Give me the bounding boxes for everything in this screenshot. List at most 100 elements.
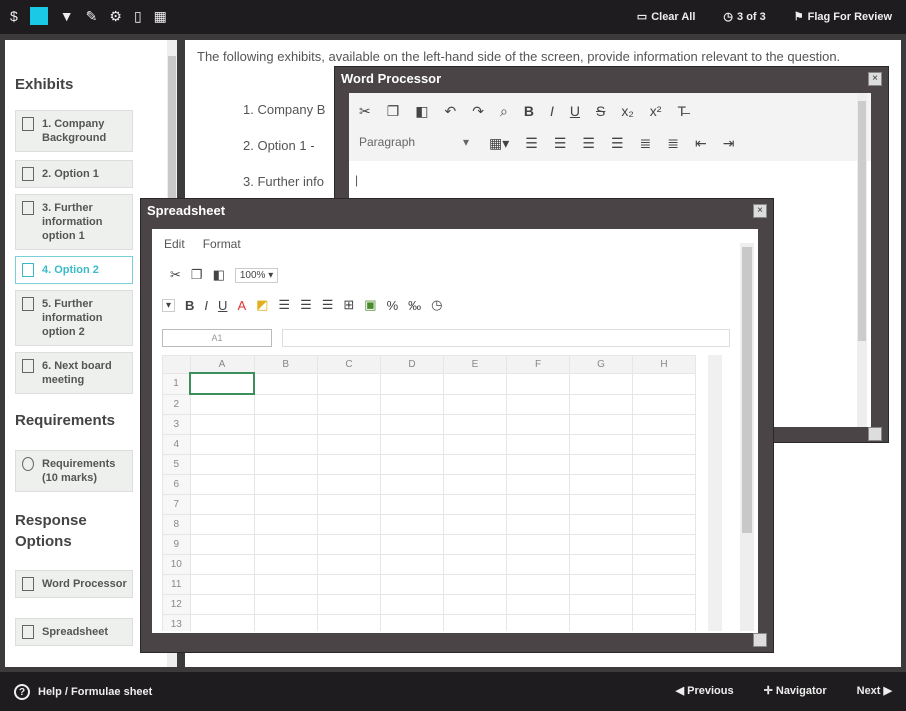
grid-cell[interactable]: [506, 414, 570, 435]
grid-cell[interactable]: [506, 434, 570, 455]
sidebar-item-further-info-1[interactable]: 3. Further information option 1: [15, 194, 133, 250]
grid-cell[interactable]: [380, 454, 444, 475]
grid-cell[interactable]: [253, 574, 318, 595]
flag-small-icon[interactable]: ▼: [60, 8, 74, 24]
redo-icon[interactable]: ↷: [472, 103, 484, 120]
justify-icon[interactable]: ☰: [611, 135, 624, 152]
grid-cell[interactable]: [380, 372, 444, 395]
grid-cell[interactable]: [317, 514, 381, 535]
grid-cell[interactable]: [189, 393, 255, 415]
grid-cell[interactable]: [443, 574, 507, 595]
italic-icon[interactable]: I: [550, 103, 554, 120]
grid-cell[interactable]: [506, 494, 570, 515]
clear-all-button[interactable]: ▭ Clear All: [637, 10, 696, 24]
grid-cell[interactable]: [632, 554, 696, 575]
font-size-select[interactable]: ▾: [162, 298, 176, 312]
align-center-icon[interactable]: ☰: [300, 297, 312, 313]
grid-cell[interactable]: [253, 414, 318, 435]
grid-cell[interactable]: [569, 534, 633, 555]
grid-cell[interactable]: [189, 614, 255, 631]
grid-cell[interactable]: [443, 414, 507, 435]
sidebar-item-next-board-meeting[interactable]: 6. Next board meeting: [15, 352, 133, 394]
grid-cell[interactable]: [443, 534, 507, 555]
align-right-icon[interactable]: ☰: [582, 135, 595, 152]
grid-cell[interactable]: [380, 434, 444, 455]
grid-cell[interactable]: [443, 514, 507, 535]
grid-cell[interactable]: [380, 474, 444, 495]
grid-cell[interactable]: [506, 372, 570, 395]
sidebar-item-word-processor[interactable]: Word Processor: [15, 570, 133, 598]
row-header[interactable]: 7: [162, 494, 191, 515]
grid-cell[interactable]: [443, 372, 507, 395]
column-header[interactable]: F: [506, 355, 570, 374]
pencil-icon[interactable]: ✎: [86, 8, 98, 25]
grid-cell[interactable]: [506, 574, 570, 595]
column-header[interactable]: B: [253, 355, 318, 374]
grid-cell[interactable]: [569, 434, 633, 455]
grid-scrollbar[interactable]: [708, 355, 722, 631]
document-icon[interactable]: ▯: [134, 8, 142, 25]
grid-cell[interactable]: [506, 514, 570, 535]
grid-cell[interactable]: [253, 474, 318, 495]
grid-cell[interactable]: [253, 372, 318, 395]
borders-icon[interactable]: ▣: [364, 297, 376, 313]
align-left-icon[interactable]: ☰: [525, 135, 538, 152]
grid-cell[interactable]: [443, 434, 507, 455]
grid-cell[interactable]: [569, 554, 633, 575]
grid-cell[interactable]: [569, 393, 633, 415]
sidebar-item-further-info-2[interactable]: 5. Further information option 2: [15, 290, 133, 346]
underline-icon[interactable]: U: [218, 298, 227, 313]
formula-bar[interactable]: [282, 329, 730, 347]
grid-cell[interactable]: [632, 514, 696, 535]
merge-icon[interactable]: ⊞: [343, 297, 354, 313]
bold-icon[interactable]: B: [185, 298, 194, 313]
paste-icon[interactable]: ◧: [213, 267, 225, 283]
align-center-icon[interactable]: ☰: [554, 135, 567, 152]
sidebar-item-option-1[interactable]: 2. Option 1: [15, 160, 133, 188]
flag-for-review-button[interactable]: ⚑ Flag For Review: [794, 10, 892, 24]
numbered-list-icon[interactable]: ≣: [667, 135, 679, 152]
gear-icon[interactable]: ⚙: [109, 8, 122, 25]
dollar-icon[interactable]: $: [10, 8, 18, 24]
grid-cell[interactable]: [189, 414, 255, 435]
grid-cell[interactable]: [443, 554, 507, 575]
row-header[interactable]: 10: [162, 554, 191, 575]
sidebar-item-requirements[interactable]: Requirements (10 marks): [15, 450, 133, 492]
paragraph-format-select[interactable]: Paragraph ▾: [359, 135, 469, 153]
grid-cell[interactable]: [632, 594, 696, 615]
grid-cell[interactable]: [253, 393, 318, 415]
subscript-icon[interactable]: x₂: [621, 103, 633, 120]
grid-cell[interactable]: [569, 414, 633, 435]
grid-cell[interactable]: [569, 454, 633, 475]
grid-cell[interactable]: [189, 474, 255, 495]
row-header[interactable]: 3: [162, 414, 191, 435]
column-header[interactable]: D: [380, 355, 444, 374]
grid-cell[interactable]: [317, 574, 381, 595]
grid-cell[interactable]: [506, 614, 570, 631]
column-header[interactable]: C: [317, 355, 381, 374]
grid-cell[interactable]: [569, 514, 633, 535]
row-header[interactable]: 1: [162, 372, 191, 395]
grid-cell[interactable]: [253, 554, 318, 575]
grid-cell[interactable]: [569, 372, 633, 395]
grid-cell[interactable]: [506, 534, 570, 555]
grid-cell[interactable]: [317, 434, 381, 455]
clear-format-icon[interactable]: T̶: [677, 103, 686, 120]
grid-cell[interactable]: [317, 414, 381, 435]
resize-handle[interactable]: [753, 633, 767, 647]
clock-icon[interactable]: ◷: [431, 297, 442, 313]
grid-cell[interactable]: [317, 494, 381, 515]
copy-icon[interactable]: ❐: [387, 103, 400, 120]
grid-cell[interactable]: [443, 393, 507, 415]
grid-cell[interactable]: [632, 434, 696, 455]
grid-cell[interactable]: [632, 494, 696, 515]
grid-cell[interactable]: [380, 614, 444, 631]
undo-icon[interactable]: ↶: [445, 103, 457, 120]
previous-button[interactable]: ◀ Previous: [676, 684, 734, 697]
spreadsheet-grid[interactable]: A B C D E F G H 1 2 3 4 5 6 7 8 9 10 11 12 13: [162, 355, 704, 631]
font-color-icon[interactable]: A: [237, 298, 246, 313]
outdent-icon[interactable]: ⇤: [695, 135, 707, 152]
bold-icon[interactable]: B: [524, 103, 534, 120]
grid-cell[interactable]: [189, 554, 255, 575]
grid-cell[interactable]: [506, 474, 570, 495]
